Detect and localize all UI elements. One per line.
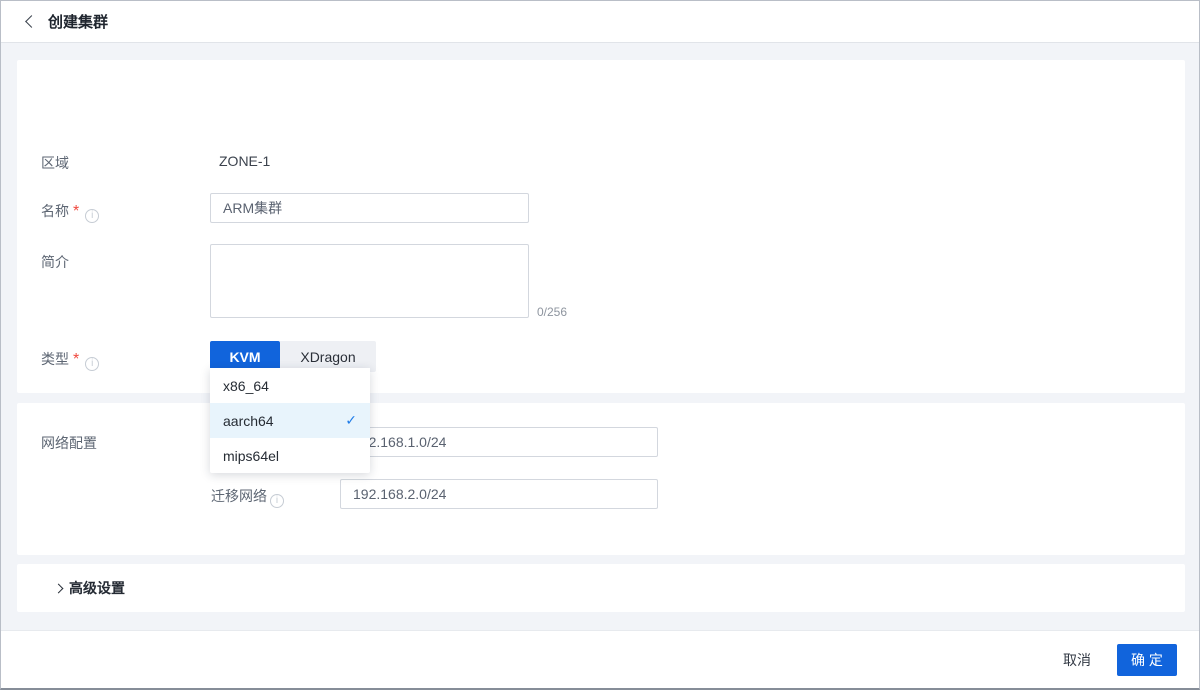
dropdown-option-label: aarch64 [223, 412, 274, 429]
page-title: 创建集群 [48, 14, 109, 31]
management-network-input[interactable] [340, 427, 658, 457]
advanced-settings-toggle[interactable]: 高级设置 [17, 564, 1185, 612]
confirm-button[interactable]: 确 定 [1117, 643, 1177, 676]
zone-value: ZONE-1 [219, 153, 271, 169]
type-label-row: 类型 * i [41, 349, 100, 371]
name-label-row: 名称 * i [41, 201, 100, 223]
description-label: 简介 [41, 254, 69, 270]
create-cluster-page: 创建集群 区域 ZONE-1 名称*i 简介 0/256 类型*i KVM XD… [0, 0, 1200, 690]
dropdown-option-label: x86_64 [223, 377, 269, 394]
char-counter: 0/256 [537, 305, 568, 319]
info-icon: i [270, 494, 284, 508]
cpu-arch-dropdown: x86_64 aarch64 ✓ mips64el [210, 368, 370, 473]
advanced-settings-label: 高级设置 [69, 580, 125, 596]
dropdown-option-aarch64[interactable]: aarch64 ✓ [210, 403, 370, 438]
dropdown-option-x86-64[interactable]: x86_64 [210, 368, 370, 403]
check-icon: ✓ [345, 412, 357, 428]
zone-label: 区域 [41, 155, 69, 171]
footer-bar: 取消 确 定 [1, 630, 1199, 688]
advanced-settings-card: 高级设置 [17, 564, 1185, 612]
description-textarea[interactable] [210, 244, 529, 318]
required-asterisk: * [73, 351, 80, 368]
dropdown-option-label: mips64el [223, 447, 280, 464]
migration-network-label-row: 迁移网络 i [211, 486, 284, 508]
migration-network-input[interactable] [340, 479, 658, 509]
dropdown-option-mips64el[interactable]: mips64el [210, 438, 370, 473]
back-icon[interactable] [25, 15, 38, 28]
page-header: 创建集群 [1, 1, 1199, 43]
name-label: 名称 [41, 203, 69, 219]
info-icon: i [85, 357, 100, 371]
basic-info-card: 区域 ZONE-1 名称*i 简介 0/256 类型*i KVM XDragon… [17, 60, 1185, 425]
info-icon: i [85, 209, 100, 223]
name-input[interactable] [210, 193, 529, 223]
chevron-right-icon [53, 583, 64, 593]
required-asterisk: * [73, 203, 80, 220]
cancel-button[interactable]: 取消 [1063, 650, 1091, 670]
network-config-card: 网络配置 迁移网络i [17, 403, 1185, 555]
migration-network-label: 迁移网络 [211, 488, 267, 504]
network-section-label: 网络配置 [41, 435, 97, 451]
type-label: 类型 [41, 351, 69, 367]
